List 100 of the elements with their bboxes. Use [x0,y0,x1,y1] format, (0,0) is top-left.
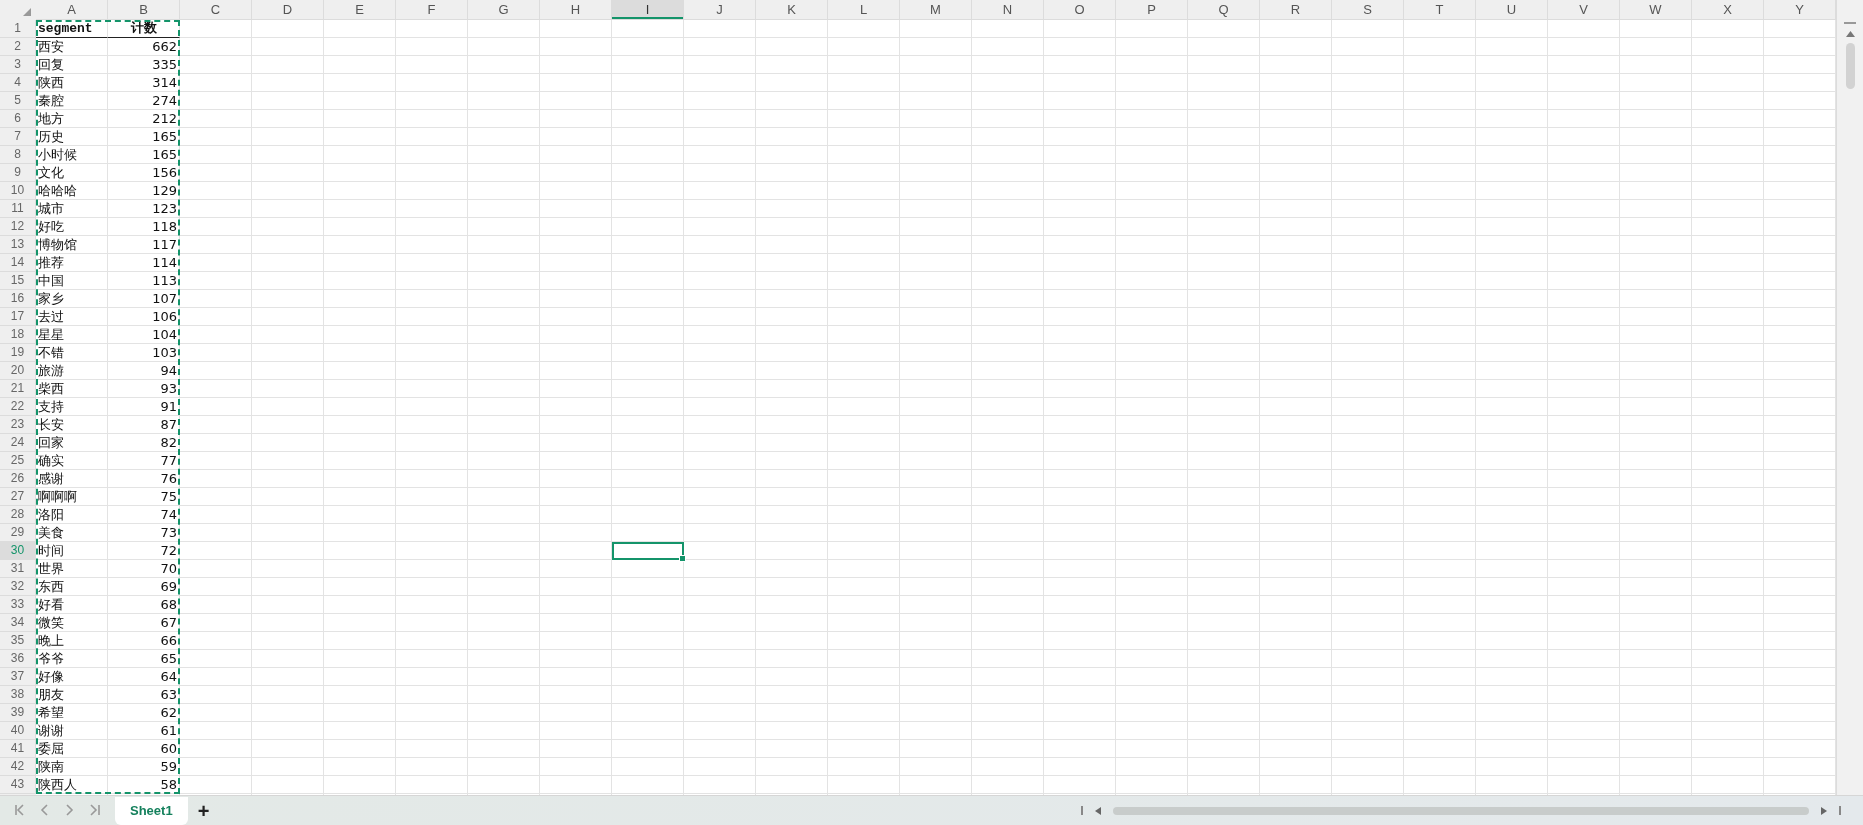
column-header[interactable]: B [108,0,180,20]
row-header[interactable]: 27 [0,488,36,506]
row-header[interactable]: 18 [0,326,36,344]
column-header[interactable]: G [468,0,540,20]
select-all-icon[interactable] [23,8,31,16]
row-header[interactable]: 5 [0,92,36,110]
column-header[interactable]: D [252,0,324,20]
table-cell: 陕西 [36,74,108,92]
scroll-up-icon[interactable] [1845,31,1855,37]
row-header[interactable]: 4 [0,74,36,92]
table-cell: 哈哈哈 [36,182,108,200]
column-header[interactable]: X [1692,0,1764,20]
previous-sheet-icon[interactable] [39,804,51,816]
column-header[interactable]: C [180,0,252,20]
row-header[interactable]: 16 [0,290,36,308]
row-header[interactable]: 25 [0,452,36,470]
row-header[interactable]: 29 [0,524,36,542]
row-header[interactable]: 20 [0,362,36,380]
column-header[interactable]: J [684,0,756,20]
vertical-scrollbar[interactable] [1836,0,1863,795]
row-header[interactable]: 11 [0,200,36,218]
scrollbar-thumb[interactable] [1845,43,1855,89]
row-header[interactable]: 35 [0,632,36,650]
table-cell: 76 [108,470,180,488]
next-sheet-icon[interactable] [64,804,76,816]
row-header[interactable]: 19 [0,344,36,362]
row-header[interactable]: 7 [0,128,36,146]
table-cell: 156 [108,164,180,182]
row-header[interactable]: 38 [0,686,36,704]
table-cell: 74 [108,506,180,524]
column-header[interactable]: Q [1188,0,1260,20]
row-header[interactable]: 32 [0,578,36,596]
column-title-cell: 计数 [108,20,180,38]
row-header[interactable]: 33 [0,596,36,614]
split-handle-icon[interactable] [1081,806,1083,815]
row-header[interactable]: 14 [0,254,36,272]
column-header[interactable]: L [828,0,900,20]
row-header[interactable]: 41 [0,740,36,758]
scroll-right-icon[interactable] [1821,806,1827,815]
row-header[interactable]: 21 [0,380,36,398]
table-cell: 东西 [36,578,108,596]
row-header[interactable]: 6 [0,110,36,128]
split-handle-icon[interactable] [1839,806,1841,815]
add-sheet-button[interactable]: + [187,800,220,825]
column-header[interactable]: R [1260,0,1332,20]
row-header[interactable]: 12 [0,218,36,236]
last-sheet-icon[interactable] [89,804,101,816]
row-header[interactable]: 31 [0,560,36,578]
row-header[interactable]: 37 [0,668,36,686]
row-header[interactable]: 17 [0,308,36,326]
row-header[interactable]: 36 [0,650,36,668]
column-header[interactable]: Y [1764,0,1836,20]
row-header[interactable]: 3 [0,56,36,74]
first-sheet-icon[interactable] [14,804,26,816]
table-cell: 314 [108,74,180,92]
row-header[interactable]: 26 [0,470,36,488]
sheet-tab[interactable]: Sheet1 [115,797,188,825]
column-header[interactable]: S [1332,0,1404,20]
row-header[interactable]: 23 [0,416,36,434]
column-header[interactable]: I [612,0,684,20]
column-header[interactable]: E [324,0,396,20]
column-header[interactable]: W [1620,0,1692,20]
column-header[interactable]: O [1044,0,1116,20]
row-header[interactable]: 24 [0,434,36,452]
column-header[interactable]: U [1476,0,1548,20]
column-header[interactable]: P [1116,0,1188,20]
column-header[interactable]: M [900,0,972,20]
row-header[interactable]: 30 [0,542,36,560]
column-header[interactable]: F [396,0,468,20]
column-header[interactable]: T [1404,0,1476,20]
table-cell: 662 [108,38,180,56]
row-header[interactable]: 15 [0,272,36,290]
row-header[interactable]: 28 [0,506,36,524]
scroll-left-icon[interactable] [1095,806,1101,815]
column-header[interactable]: H [540,0,612,20]
column-header[interactable]: V [1548,0,1620,20]
row-header[interactable]: 13 [0,236,36,254]
split-handle-icon[interactable] [1844,22,1856,25]
table-cell: 73 [108,524,180,542]
row-header[interactable]: 42 [0,758,36,776]
row-header[interactable]: 39 [0,704,36,722]
column-header[interactable]: K [756,0,828,20]
table-cell: 洛阳 [36,506,108,524]
table-cell: 爷爷 [36,650,108,668]
row-header[interactable]: 9 [0,164,36,182]
column-header[interactable]: N [972,0,1044,20]
row-header[interactable]: 8 [0,146,36,164]
row-header[interactable]: 22 [0,398,36,416]
table-cell: 59 [108,758,180,776]
column-header[interactable]: A [36,0,108,20]
row-header[interactable]: 10 [0,182,36,200]
active-cell-outline[interactable] [612,542,684,560]
table-cell: 104 [108,326,180,344]
row-header[interactable]: 1 [0,20,36,38]
row-header[interactable]: 43 [0,776,36,794]
row-header[interactable]: 34 [0,614,36,632]
table-cell: 65 [108,650,180,668]
horizontal-scrollbar-thumb[interactable] [1113,806,1809,815]
row-header[interactable]: 40 [0,722,36,740]
row-header[interactable]: 2 [0,38,36,56]
